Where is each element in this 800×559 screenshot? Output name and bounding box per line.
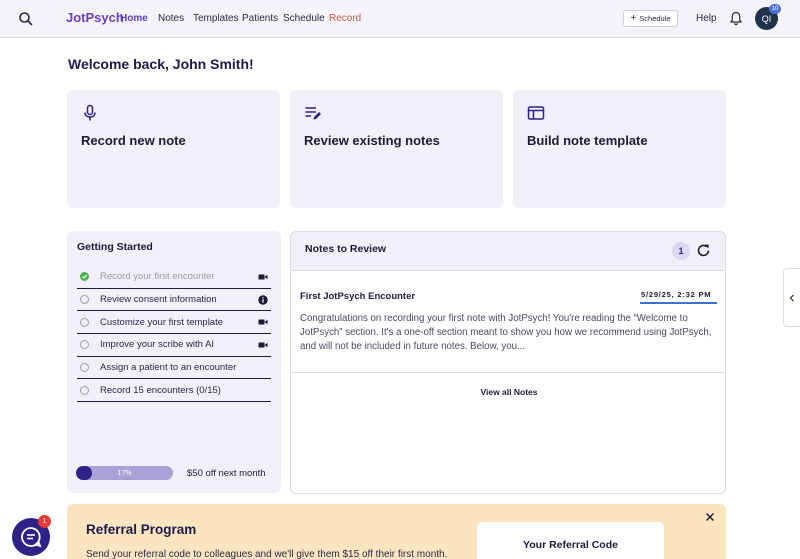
- refresh-icon[interactable]: [696, 243, 711, 258]
- getting-started-title: Getting Started: [77, 241, 153, 253]
- referral-title: Referral Program: [86, 522, 197, 537]
- schedule-button[interactable]: + Schedule: [623, 10, 678, 27]
- circle-icon: [80, 363, 89, 373]
- circle-icon: [80, 340, 89, 350]
- video-icon[interactable]: [258, 272, 268, 282]
- record-new-note-card[interactable]: Record new note: [67, 90, 280, 208]
- circle-icon: [80, 385, 89, 395]
- list-item-label: Customize your first template: [100, 316, 224, 328]
- mic-icon: [84, 104, 96, 121]
- referral-description: Send your referral code to colleagues an…: [86, 549, 448, 559]
- referral-code-title: Your Referral Code: [523, 539, 618, 551]
- list-item-label: Review consent information: [100, 294, 217, 306]
- record-new-note-label: Record new note: [81, 133, 186, 148]
- check-icon: [80, 272, 89, 282]
- divider: [291, 372, 725, 373]
- note-date: 5/29/25, 2:32 PM: [641, 290, 712, 299]
- reward-text: $50 off next month: [187, 468, 266, 479]
- notes-header: Notes to Review 1: [291, 232, 725, 271]
- video-icon[interactable]: [258, 340, 268, 350]
- schedule-button-label: Schedule: [639, 14, 671, 23]
- list-item-label: Improve your scribe with AI: [100, 339, 215, 351]
- view-all-notes-link[interactable]: View all Notes: [291, 387, 725, 397]
- video-icon[interactable]: [258, 317, 268, 327]
- list-item-label: Record 15 encounters (0/15): [100, 384, 221, 396]
- review-existing-notes-card[interactable]: Review existing notes: [290, 90, 503, 208]
- build-note-template-card[interactable]: Build note template: [513, 90, 726, 208]
- list-item-label: Record your first encounter: [100, 271, 215, 283]
- nav-record[interactable]: Record: [329, 13, 361, 24]
- plus-icon: +: [630, 12, 637, 24]
- note-date-underline: [640, 302, 717, 304]
- nav-patients[interactable]: Patients: [242, 13, 278, 24]
- list-item-label: Assign a patient to an encounter: [100, 362, 237, 374]
- avatar-notification-badge: 10: [769, 4, 781, 14]
- getting-started-list: Record your first encounter Review conse…: [77, 266, 271, 403]
- nav-home[interactable]: Home: [120, 13, 148, 24]
- search-icon[interactable]: [18, 11, 34, 27]
- help-link[interactable]: Help: [696, 13, 717, 24]
- logo-text: JotPsych: [66, 10, 124, 25]
- info-icon[interactable]: [258, 294, 268, 305]
- welcome-heading: Welcome back, John Smith!: [68, 56, 254, 72]
- nav-templates[interactable]: Templates: [193, 13, 239, 24]
- progress-label: 17%: [117, 469, 132, 477]
- list-item[interactable]: Record your first encounter: [77, 266, 271, 289]
- template-icon: [527, 106, 545, 120]
- build-note-template-label: Build note template: [527, 133, 648, 148]
- close-icon[interactable]: [705, 512, 715, 522]
- chevron-left-icon: [789, 294, 794, 301]
- top-navbar: JotPsych Home Notes Templates Patients S…: [0, 0, 800, 38]
- review-existing-notes-label: Review existing notes: [304, 133, 440, 148]
- progress-bar: 17%: [76, 466, 173, 480]
- list-item[interactable]: Assign a patient to an encounter: [77, 357, 271, 380]
- notes-to-review-panel: Notes to Review 1 First JotPsych Encount…: [290, 231, 726, 494]
- nav-notes[interactable]: Notes: [158, 13, 184, 24]
- nav-schedule[interactable]: Schedule: [283, 13, 325, 24]
- edit-notes-icon: [305, 107, 321, 120]
- notes-title: Notes to Review: [305, 243, 387, 255]
- note-preview: Congratulations on recording your first …: [300, 313, 712, 352]
- jotpsych-logo[interactable]: JotPsych: [50, 10, 124, 25]
- bell-icon[interactable]: [729, 11, 743, 26]
- getting-started-panel: Getting Started Record your first encoun…: [67, 231, 281, 493]
- list-item[interactable]: Record 15 encounters (0/15): [77, 379, 271, 403]
- note-title: First JotPsych Encounter: [300, 291, 416, 302]
- side-panel-toggle[interactable]: [783, 268, 800, 327]
- notes-count-badge: 1: [672, 242, 690, 260]
- chat-notification-badge: 1: [38, 515, 51, 528]
- list-item[interactable]: Review consent information: [77, 289, 271, 312]
- circle-icon: [80, 317, 89, 327]
- circle-icon: [80, 295, 89, 305]
- list-item[interactable]: Customize your first template: [77, 311, 271, 335]
- chat-icon: [21, 527, 42, 548]
- referral-program-banner: Referral Program Send your referral code…: [67, 504, 726, 559]
- list-item[interactable]: Improve your scribe with AI: [77, 334, 271, 357]
- referral-code-card: Your Referral Code: [477, 522, 664, 559]
